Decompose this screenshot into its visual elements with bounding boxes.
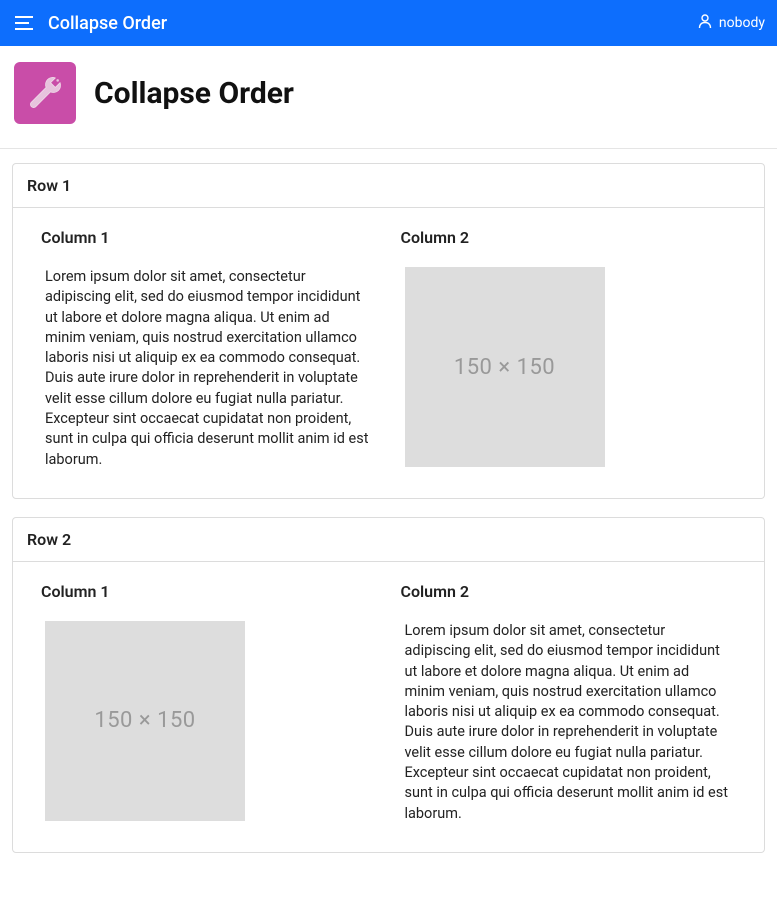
col-2: Column 2 150 × 150: [389, 228, 749, 470]
card-row-1: Row 1 Column 1 Lorem ipsum dolor sit ame…: [12, 163, 765, 499]
row: Column 1 150 × 150 Column 2 Lorem ipsum …: [29, 582, 748, 824]
col-1: Column 1 Lorem ipsum dolor sit amet, con…: [29, 228, 389, 470]
page-header: Collapse Order: [0, 46, 777, 149]
card-body: Column 1 Lorem ipsum dolor sit amet, con…: [13, 208, 764, 498]
image-placeholder: 150 × 150: [45, 621, 245, 821]
col-text: Lorem ipsum dolor sit amet, consectetur …: [401, 621, 737, 824]
menu-icon[interactable]: [12, 10, 38, 36]
page-icon-wrench: [14, 62, 76, 124]
card-row-2: Row 2 Column 1 150 × 150 Column 2 Lorem …: [12, 517, 765, 853]
col-1: Column 1 150 × 150: [29, 582, 389, 824]
image-placeholder: 150 × 150: [405, 267, 605, 467]
col-2: Column 2 Lorem ipsum dolor sit amet, con…: [389, 582, 749, 824]
col-title: Column 2: [401, 228, 737, 247]
topbar-title: Collapse Order: [48, 13, 167, 34]
card-header: Row 2: [13, 518, 764, 562]
col-title: Column 1: [41, 228, 377, 247]
col-title: Column 1: [41, 582, 377, 601]
placeholder-label: 150 × 150: [454, 355, 555, 380]
col-title: Column 2: [401, 582, 737, 601]
user-menu[interactable]: nobody: [697, 13, 765, 33]
card-body: Column 1 150 × 150 Column 2 Lorem ipsum …: [13, 562, 764, 852]
user-label: nobody: [719, 15, 765, 31]
content: Row 1 Column 1 Lorem ipsum dolor sit ame…: [0, 149, 777, 891]
topbar: Collapse Order nobody: [0, 0, 777, 46]
col-text: Lorem ipsum dolor sit amet, consectetur …: [41, 267, 377, 470]
placeholder-label: 150 × 150: [94, 708, 195, 733]
row: Column 1 Lorem ipsum dolor sit amet, con…: [29, 228, 748, 470]
user-icon: [697, 13, 713, 33]
topbar-left: Collapse Order: [12, 10, 167, 36]
page-title: Collapse Order: [94, 76, 294, 111]
card-header: Row 1: [13, 164, 764, 208]
